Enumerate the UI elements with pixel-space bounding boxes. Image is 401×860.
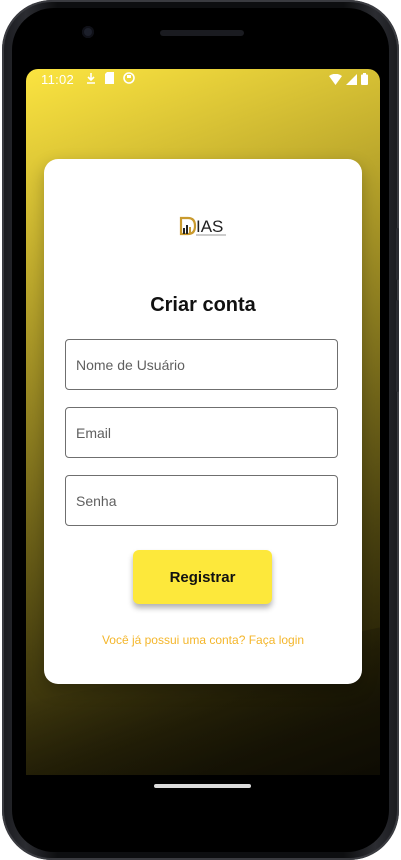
app-notification-icon <box>123 72 135 84</box>
system-icons <box>329 73 368 85</box>
logo-mark-icon: IAS <box>179 216 226 236</box>
sd-card-icon <box>105 72 114 84</box>
username-field[interactable] <box>65 339 338 390</box>
page-title: Criar conta <box>150 294 256 316</box>
status-bar: 11:02 <box>26 69 380 91</box>
login-link[interactable]: Você já possui uma conta? Faça login <box>44 633 362 647</box>
email-field[interactable] <box>65 407 338 458</box>
app-logo: IAS <box>179 215 229 237</box>
wifi-icon <box>329 73 342 85</box>
register-button[interactable]: Registrar <box>133 550 272 604</box>
phone-frame: 11:02 IAS Criar conta Nome de Usuário Em… <box>2 0 399 860</box>
password-field[interactable] <box>65 475 338 526</box>
logo-text: IAS <box>196 217 223 236</box>
register-card: IAS Criar conta Registrar Você já possui… <box>44 159 362 684</box>
signal-icon <box>346 73 357 85</box>
download-icon <box>87 73 95 84</box>
password-input[interactable] <box>66 476 337 525</box>
username-input[interactable] <box>66 340 337 389</box>
camera-icon <box>82 26 94 38</box>
battery-icon <box>361 73 368 85</box>
email-input[interactable] <box>66 408 337 457</box>
volume-button <box>396 228 399 280</box>
speaker-grille <box>160 30 244 36</box>
power-button <box>396 300 399 392</box>
status-time: 11:02 <box>41 72 75 87</box>
home-indicator[interactable] <box>154 784 251 788</box>
notification-icons <box>86 72 135 84</box>
app-screen: 11:02 IAS Criar conta Nome de Usuário Em… <box>26 69 380 775</box>
